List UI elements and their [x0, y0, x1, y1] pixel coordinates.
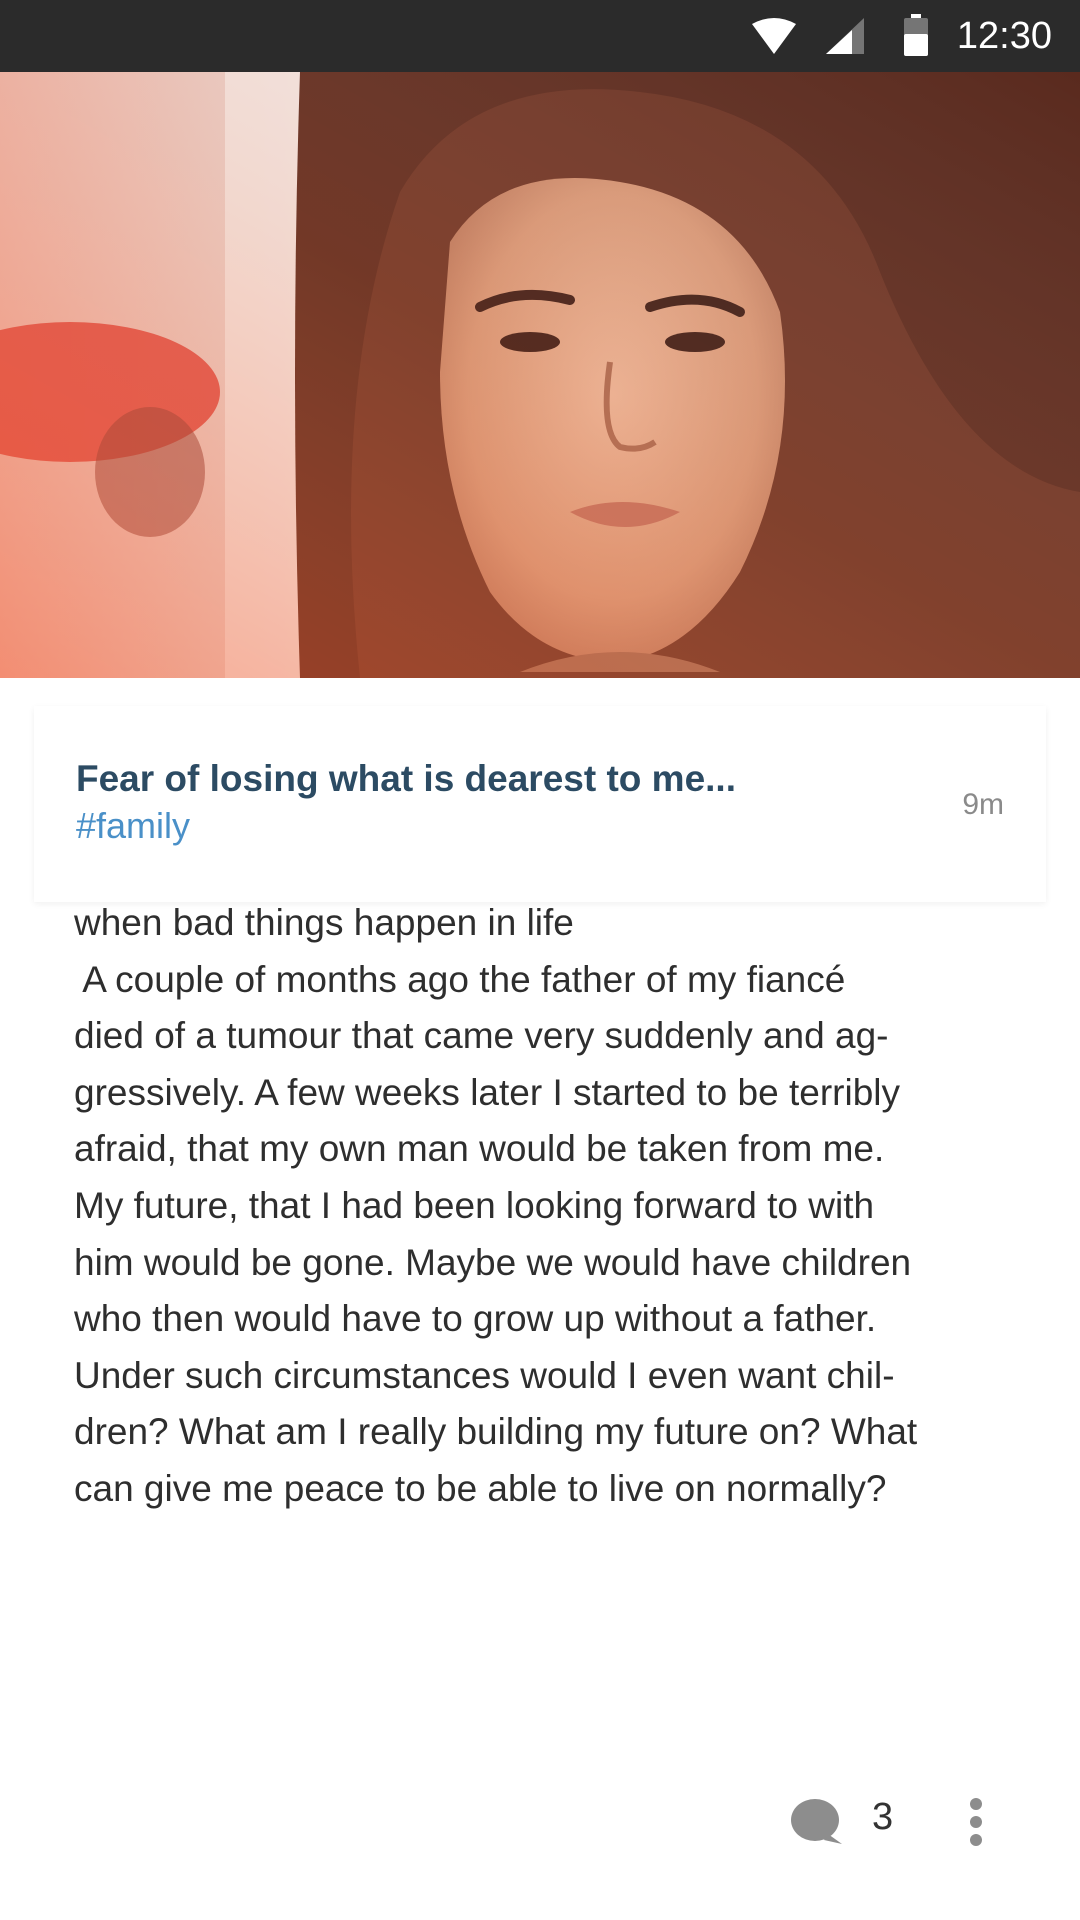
post-body: when bad things happen in life A couple … [74, 895, 1014, 1518]
body-line: My future, that I had been looking forwa… [74, 1184, 875, 1226]
post-hero-image[interactable] [0, 72, 1080, 678]
post-footer: 3 [0, 1780, 1080, 1860]
wifi-icon [752, 18, 796, 54]
comment-count[interactable]: 3 [872, 1796, 893, 1839]
cellular-signal-icon [826, 18, 864, 54]
battery-icon [904, 14, 928, 56]
post-timestamp: 9m [962, 788, 1004, 821]
status-bar: 12:30 [0, 0, 1080, 72]
body-line: who then would have to grow up without a… [74, 1298, 877, 1340]
photo-of-woman [0, 72, 1080, 678]
body-line: afraid, that my own man would be taken f… [74, 1128, 885, 1170]
body-line: A couple of months ago the father of my … [74, 958, 846, 1000]
comment-bubble-icon [791, 1799, 842, 1844]
more-vertical-icon [970, 1798, 982, 1846]
body-line: can give me peace to be able to live on … [74, 1467, 887, 1509]
body-line: when bad things happen in life [74, 902, 574, 943]
body-line: dren? What am I really building my futur… [74, 1411, 918, 1453]
post-hashtag[interactable]: #family [76, 804, 190, 848]
status-clock: 12:30 [956, 15, 1052, 57]
more-options-button[interactable] [960, 1780, 1002, 1860]
body-line: Under such circumstances would I even wa… [74, 1354, 895, 1396]
comments-button[interactable] [790, 1784, 930, 1856]
post-header-card[interactable]: Fear of losing what is dearest to me... … [34, 706, 1046, 902]
post-title[interactable]: Fear of losing what is dearest to me... [76, 756, 736, 802]
body-line: him would be gone. Maybe we would have c… [74, 1241, 912, 1283]
body-line: gressively. A few weeks later I started … [74, 1071, 900, 1113]
body-line: died of a tumour that came very suddenly… [74, 1015, 889, 1057]
